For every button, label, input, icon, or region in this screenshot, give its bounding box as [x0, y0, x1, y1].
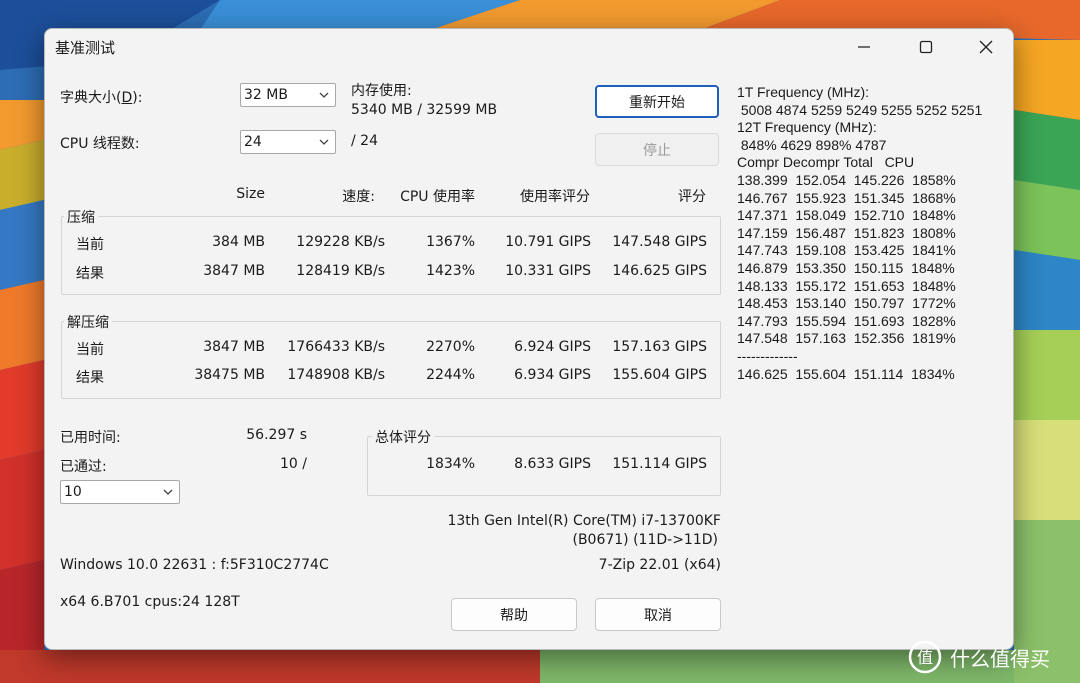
- compress-current-speed: 129228 KB/s: [296, 234, 385, 250]
- svg-text:值: 值: [917, 648, 933, 667]
- benchmark-window: 基准测试 字典大小(D): 32 MB CPU 线程数: 24 / 24 内存使…: [44, 28, 1014, 650]
- compress-result-cpu: 1423%: [426, 263, 475, 279]
- log-line: 848% 4629 898% 4787: [737, 136, 887, 153]
- minimize-icon: [858, 46, 870, 48]
- log-line: 5008 4874 5259 5249 5255 5252 5251: [737, 101, 983, 118]
- total-cpu: 1834%: [426, 456, 475, 472]
- decompress-group-label: 解压缩: [64, 312, 112, 332]
- decompress-current-rating: 157.163 GIPS: [612, 339, 707, 355]
- log-line: 147.793 155.594 151.693 1828%: [737, 312, 956, 329]
- compress-current-cpu: 1367%: [426, 234, 475, 250]
- decompress-result-size: 38475 MB: [194, 367, 265, 383]
- header-cpu-usage: CPU 使用率: [400, 189, 475, 205]
- compress-current-rating: 147.548 GIPS: [612, 234, 707, 250]
- os-info: Windows 10.0 22631 : f:5F310C2774C: [60, 557, 329, 573]
- header-speed: 速度:: [342, 189, 375, 205]
- decompress-result-usage-rating: 6.934 GIPS: [514, 367, 591, 383]
- header-rating: 评分: [678, 189, 706, 205]
- chevron-down-icon: [319, 92, 329, 98]
- decompress-current-label: 当前: [76, 342, 104, 358]
- cancel-button[interactable]: 取消: [595, 598, 721, 631]
- compress-current-usage-rating: 10.791 GIPS: [505, 234, 591, 250]
- memory-usage-label: 内存使用:: [351, 83, 412, 99]
- log-line: 146.767 155.923 151.345 1868%: [737, 189, 956, 206]
- decompress-result-speed: 1748908 KB/s: [287, 367, 385, 383]
- passes-select-value: 10: [64, 484, 82, 500]
- maximize-icon: [919, 40, 933, 54]
- zhi-logo-icon: 值: [908, 640, 942, 674]
- chevron-down-icon: [163, 489, 173, 495]
- minimize-button[interactable]: [833, 29, 895, 65]
- log-line: 147.743 159.108 153.425 1841%: [737, 242, 956, 259]
- cpu-threads-label: CPU 线程数:: [60, 136, 140, 152]
- cpu-threads-max: / 24: [351, 133, 378, 149]
- title-bar[interactable]: 基准测试: [45, 29, 1013, 65]
- total-rating: 151.114 GIPS: [612, 456, 707, 472]
- compress-current-size: 384 MB: [212, 234, 265, 250]
- benchmark-log: 1T Frequency (MHz): 5008 4874 5259 5249 …: [737, 84, 1007, 383]
- elapsed-time-value: 56.297 s: [246, 427, 307, 443]
- log-line: 1T Frequency (MHz):: [737, 84, 869, 100]
- cpu-threads-value: 24: [244, 134, 262, 150]
- restart-button[interactable]: 重新开始: [595, 85, 719, 118]
- compress-result-size: 3847 MB: [203, 263, 265, 279]
- log-line: 146.879 153.350 150.115 1848%: [737, 259, 955, 276]
- dict-size-value: 32 MB: [244, 87, 288, 103]
- decompress-group: [61, 321, 721, 399]
- maximize-button[interactable]: [895, 29, 957, 65]
- dict-size-select[interactable]: 32 MB: [240, 83, 336, 107]
- total-rating-label: 总体评分: [372, 427, 434, 447]
- header-size: Size: [236, 186, 265, 202]
- window-title: 基准测试: [55, 39, 116, 57]
- close-button[interactable]: [955, 29, 1013, 65]
- cpu-id: (B0671) (11D->11D): [572, 532, 718, 548]
- log-line: 147.159 156.487 151.823 1808%: [737, 224, 956, 241]
- log-line: 148.133 155.172 151.653 1848%: [737, 277, 956, 294]
- passes-select[interactable]: 10: [60, 480, 180, 504]
- compress-result-speed: 128419 KB/s: [296, 263, 385, 279]
- arch-info: x64 6.B701 cpus:24 128T: [60, 594, 240, 610]
- log-line: 148.453 153.140 150.797 1772%: [737, 295, 956, 312]
- close-icon: [979, 40, 993, 54]
- log-line: 147.548 157.163 152.356 1819%: [737, 330, 956, 347]
- compress-group-label: 压缩: [64, 207, 98, 227]
- cpu-name: 13th Gen Intel(R) Core(TM) i7-13700KF: [447, 513, 721, 529]
- decompress-result-rating: 155.604 GIPS: [612, 367, 707, 383]
- log-line: 12T Frequency (MHz):: [737, 119, 877, 136]
- log-line: 146.625 155.604 151.114 1834%: [737, 365, 955, 382]
- total-usage-rating: 8.633 GIPS: [514, 456, 591, 472]
- decompress-current-usage-rating: 6.924 GIPS: [514, 339, 591, 355]
- help-button[interactable]: 帮助: [451, 598, 577, 631]
- compress-result-rating: 146.625 GIPS: [612, 263, 707, 279]
- header-usage-rating: 使用率评分: [520, 189, 590, 205]
- decompress-result-cpu: 2244%: [426, 367, 475, 383]
- stop-button[interactable]: 停止: [595, 133, 719, 166]
- memory-usage-value: 5340 MB / 32599 MB: [351, 102, 498, 118]
- site-watermark: 值 什么值得买: [908, 640, 1050, 674]
- decompress-result-label: 结果: [76, 370, 104, 386]
- passes-value: 10 /: [280, 456, 307, 472]
- log-line: 147.371 158.049 152.710 1848%: [737, 207, 956, 224]
- elapsed-time-label: 已用时间:: [60, 430, 121, 446]
- log-line: -------------: [737, 347, 798, 364]
- decompress-current-speed: 1766433 KB/s: [287, 339, 385, 355]
- dict-size-label: 字典大小(D):: [60, 90, 143, 106]
- decompress-current-size: 3847 MB: [203, 339, 265, 355]
- chevron-down-icon: [319, 139, 329, 145]
- log-line: 138.399 152.054 145.226 1858%: [737, 171, 956, 188]
- compress-group: [61, 216, 721, 295]
- decompress-current-cpu: 2270%: [426, 339, 475, 355]
- compress-current-label: 当前: [76, 237, 104, 253]
- app-version: 7-Zip 22.01 (x64): [598, 557, 721, 573]
- passes-label: 已通过:: [60, 459, 107, 475]
- log-line: Compr Decompr Total CPU: [737, 154, 915, 171]
- compress-result-usage-rating: 10.331 GIPS: [505, 263, 591, 279]
- watermark-text: 什么值得买: [950, 646, 1050, 671]
- compress-result-label: 结果: [76, 266, 104, 282]
- cpu-threads-select[interactable]: 24: [240, 130, 336, 154]
